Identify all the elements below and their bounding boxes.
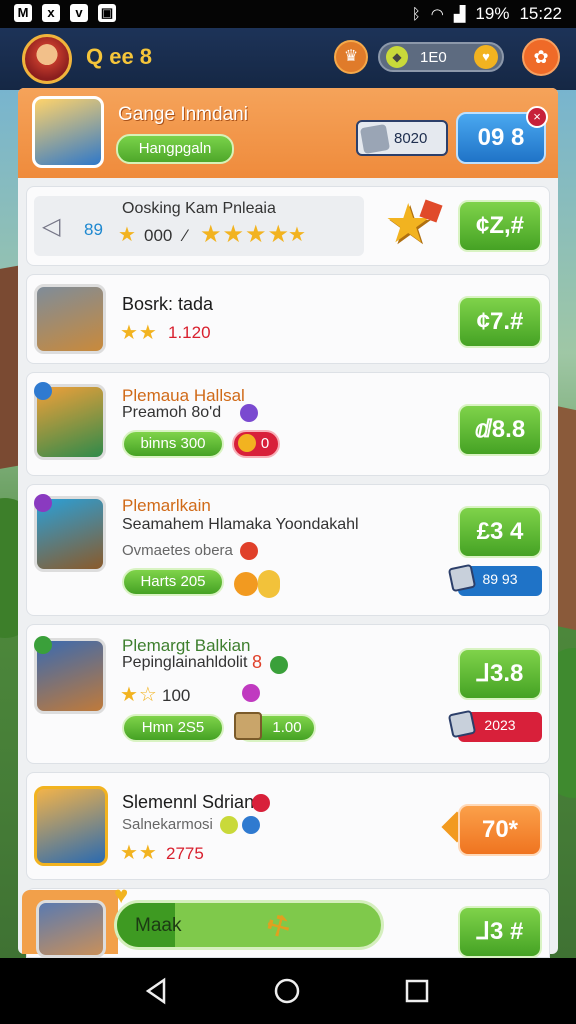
item-title: Plemargt Balkian: [122, 636, 251, 655]
coin-badge: [258, 570, 280, 598]
coin-icon: [238, 434, 256, 452]
item-number: 100: [162, 686, 191, 705]
item-subtitle: Seamahem Hlamaka Yoondakahl: [122, 516, 359, 533]
item-pill[interactable]: Hmn 2S5: [122, 714, 224, 742]
buy-button[interactable]: ⅃3 #: [458, 906, 542, 958]
featured-stat: 8020: [356, 120, 448, 156]
player-avatar[interactable]: [22, 34, 72, 84]
item-title: Bosrk: tada: [122, 294, 214, 314]
progress-label: Maak: [135, 915, 182, 936]
quest-number: 89: [84, 220, 103, 239]
status-bar: M x v ▣ ᛒ ◠ ▟ 19% 15:22: [0, 0, 576, 28]
item-subtitle: Preamoh 8o'd: [122, 404, 222, 421]
upgrade-progress-bar[interactable]: Maak ⚒: [114, 900, 384, 950]
rank-value: 89 93: [482, 571, 518, 587]
gem-icon: ◆: [386, 46, 408, 68]
class-icon: [34, 636, 52, 654]
bluetooth-icon: ᛒ: [411, 5, 421, 23]
gem-icon: [242, 816, 260, 834]
heart-coin-icon: ♥: [474, 45, 498, 69]
close-icon[interactable]: ×: [526, 106, 548, 128]
item-subtitle: Pepinglainahldolit: [122, 654, 248, 671]
buy-button[interactable]: ¢Z,#: [458, 200, 542, 252]
quest-mark: ⁄: [184, 226, 187, 245]
wifi-icon: ◠: [430, 6, 444, 23]
item-title: Plemarlkain: [122, 496, 211, 515]
rank-chip: 89 93: [447, 563, 542, 596]
currency-bar[interactable]: ◆ 1E0 ♥: [378, 42, 504, 72]
gem-icon: [240, 404, 258, 422]
currency-value: 1E0: [420, 49, 447, 66]
buy-button[interactable]: ⅆ8.8: [458, 404, 542, 456]
rating-stars: ★☆: [120, 684, 158, 706]
chest-icon: [447, 563, 477, 593]
class-icon: [34, 382, 52, 400]
heart-icon: [240, 542, 258, 560]
item-title: Slemennl Sdrian: [122, 792, 255, 812]
crate-icon: [234, 712, 262, 740]
rank-chip: 2023: [447, 709, 542, 742]
recents-icon[interactable]: [402, 976, 432, 1006]
chest-icon: [447, 709, 477, 739]
featured-tag[interactable]: Hangpgaln: [116, 134, 234, 164]
rating-stars: ★★★★: [200, 221, 291, 248]
trophy-icon[interactable]: ♛: [334, 40, 368, 74]
menu-button[interactable]: ✿: [522, 38, 560, 76]
app-notification-icon: M: [14, 4, 32, 22]
star-icon: ★: [118, 224, 137, 246]
item-description: Ovmaetes obera: [122, 542, 233, 559]
quest-score: 000: [144, 226, 173, 245]
hero-portrait: [34, 786, 108, 866]
coin-icon: [234, 572, 258, 596]
item-number: 1.120: [168, 323, 211, 342]
rank-value: 2023: [484, 717, 516, 733]
quest-title: Oosking Kam Pnleaia: [122, 200, 276, 217]
megaphone-icon: ◁: [42, 213, 61, 240]
rating-stars: ★★: [120, 842, 158, 864]
gem-icon: [220, 816, 238, 834]
item-mark: 8: [252, 652, 263, 672]
shield-notification-icon: v: [70, 4, 88, 22]
class-icon: [34, 494, 52, 512]
star-icon: ★: [288, 224, 307, 246]
back-icon[interactable]: [142, 976, 172, 1006]
flower-icon: [252, 794, 270, 812]
signal-icon: ▟: [453, 6, 466, 23]
item-pill[interactable]: Harts 205: [122, 568, 224, 596]
featured-title: Gange Inmdani: [118, 104, 248, 125]
gem-icon: [242, 684, 260, 702]
hammer-icon: ⚒: [260, 907, 297, 945]
item-pill[interactable]: binns 300: [122, 430, 224, 458]
item-subtitle: Salnekarmosi: [122, 816, 213, 833]
close-notification-icon: x: [42, 4, 60, 22]
player-name: Q ee 8: [86, 44, 153, 69]
navigation-bar: [0, 958, 576, 1024]
buy-button[interactable]: ¢7.#: [458, 296, 542, 348]
featured-stat-value: 8020: [394, 130, 428, 147]
buy-button[interactable]: ⅃3.8: [458, 648, 542, 700]
item-title: Plemaua Hallsal: [122, 386, 245, 405]
clock: 15:22: [519, 4, 562, 23]
item-number: 2775: [166, 844, 204, 863]
buy-button[interactable]: 70*: [458, 804, 542, 856]
leaf-icon: [270, 656, 288, 674]
image-notification-icon: ▣: [98, 4, 116, 22]
hero-portrait: [34, 284, 106, 354]
hero-portrait: [32, 96, 104, 168]
hero-portrait: [36, 900, 106, 958]
home-icon[interactable]: [272, 976, 302, 1006]
buy-button[interactable]: £3 4: [458, 506, 542, 558]
chest-icon: [359, 123, 391, 155]
battery-level: 19%: [475, 4, 510, 23]
rating-stars: ★★: [120, 322, 158, 344]
